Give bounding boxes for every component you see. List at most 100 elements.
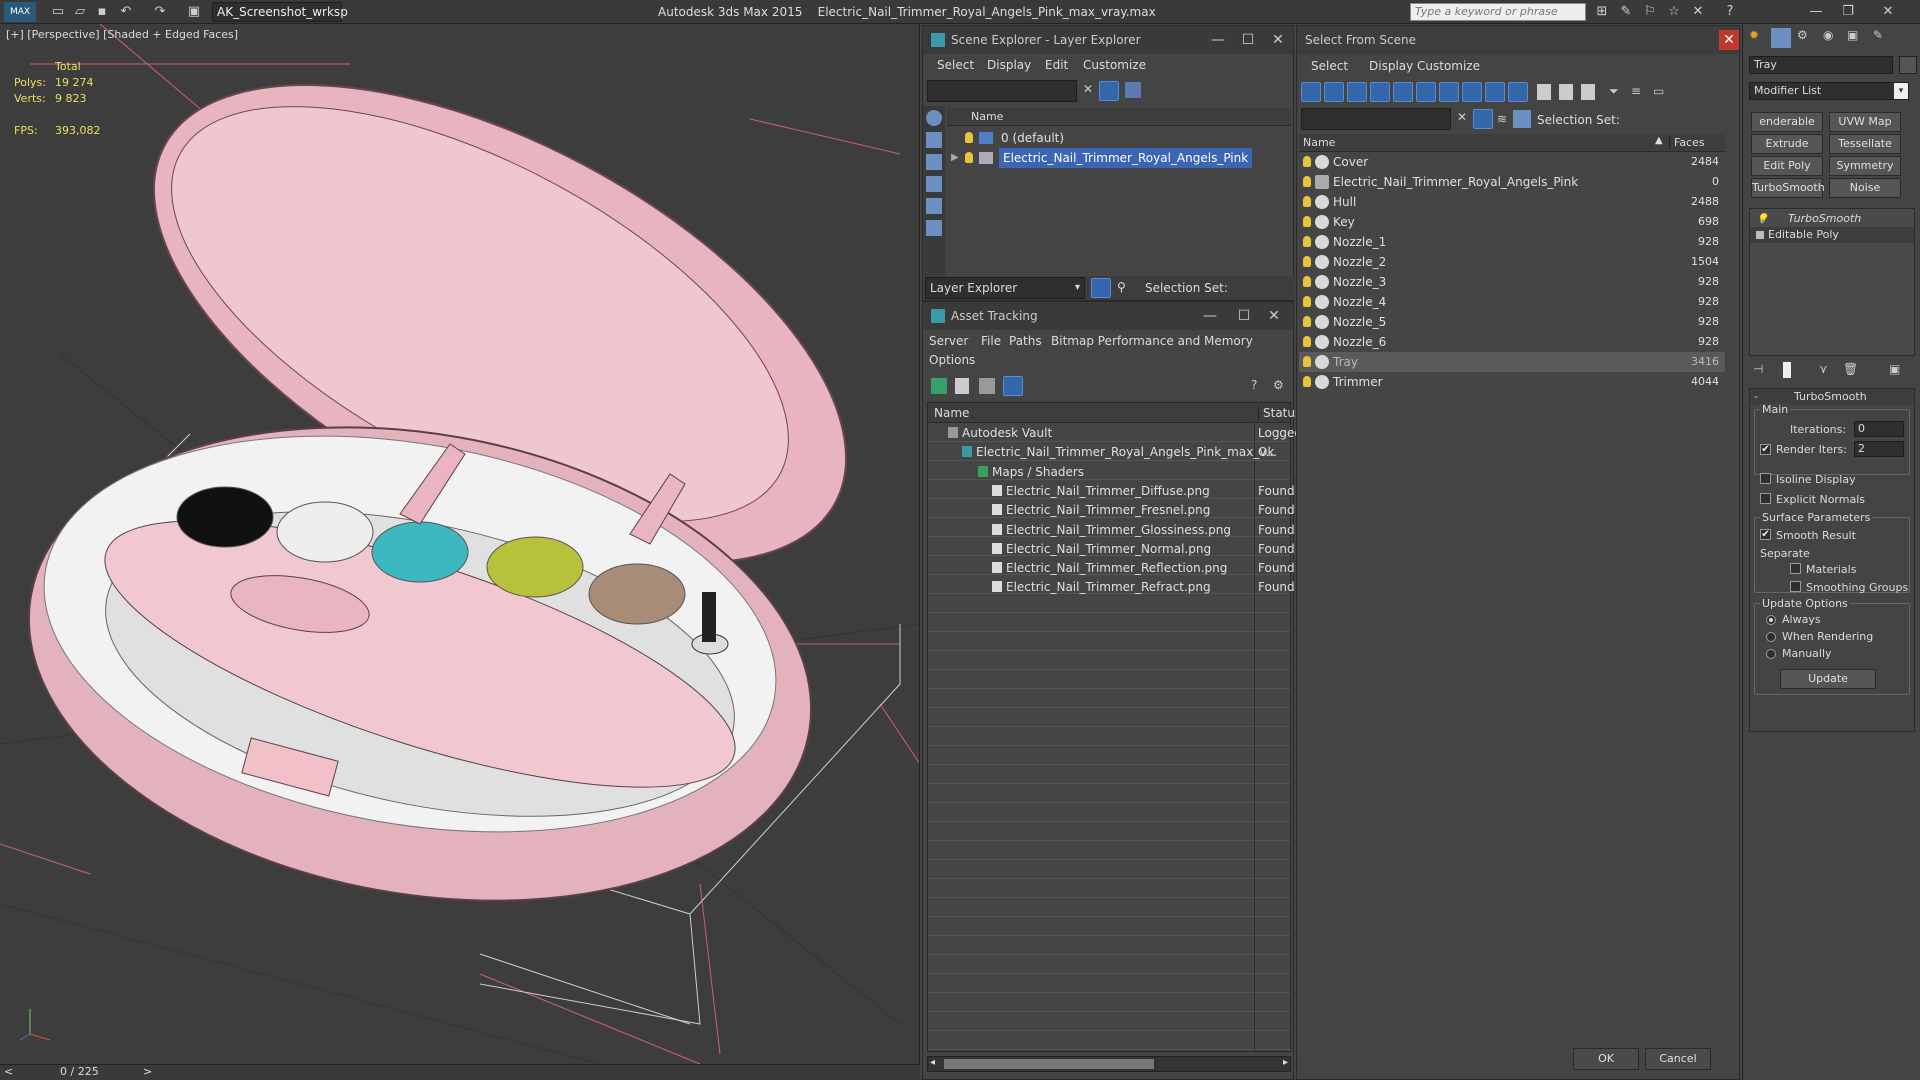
menu-bitmap-performance[interactable]: Bitmap Performance and Memory xyxy=(1051,330,1253,352)
clear-icon[interactable]: ✕ xyxy=(1457,110,1467,124)
cameras-filter-icon[interactable] xyxy=(926,198,942,214)
create-tab-icon[interactable]: ✹ xyxy=(1749,28,1759,42)
isoline-display-checkbox[interactable] xyxy=(1760,473,1771,484)
configure-sets-icon[interactable]: ▣ xyxy=(1889,362,1900,376)
noise-button[interactable]: Noise xyxy=(1829,178,1901,198)
select-invert-icon[interactable] xyxy=(1581,84,1595,100)
refresh-icon[interactable] xyxy=(931,378,947,394)
lightbulb-icon[interactable] xyxy=(1303,316,1311,327)
helpers-icon[interactable] xyxy=(1416,82,1436,102)
close-icon[interactable]: ✕ xyxy=(1263,26,1293,54)
lightbulb-icon[interactable] xyxy=(1303,216,1311,227)
asset-row[interactable]: Autodesk Vault Logged xyxy=(928,423,1302,443)
manually-radio[interactable] xyxy=(1766,649,1776,659)
lightbulb-icon[interactable] xyxy=(1303,196,1311,207)
timeline-bar[interactable]: < 0 / 225 > xyxy=(0,1064,920,1080)
bones-icon[interactable] xyxy=(1508,82,1528,102)
menu-customize[interactable]: Customize xyxy=(1083,54,1146,76)
hierarchy-icon[interactable]: ⚲ xyxy=(1117,280,1126,294)
lightbulb-icon[interactable] xyxy=(965,132,973,143)
layer-row[interactable]: 0 (default) xyxy=(947,128,1291,148)
restore-icon[interactable]: ❐ xyxy=(1840,4,1856,20)
modify-tab-icon[interactable] xyxy=(1771,28,1791,48)
lightbulb-icon[interactable] xyxy=(1303,176,1311,187)
minimize-icon[interactable]: — xyxy=(1195,302,1225,330)
lightbulb-icon[interactable] xyxy=(1303,296,1311,307)
object-row[interactable]: Electric_Nail_Trimmer_Royal_Angels_Pink 0 xyxy=(1299,172,1725,192)
maximize-icon[interactable]: ☐ xyxy=(1229,302,1259,330)
select-none-icon[interactable] xyxy=(1559,84,1573,100)
asset-row[interactable]: Electric_Nail_Trimmer_Diffuse.png Found xyxy=(928,481,1295,501)
lightbulb-icon[interactable] xyxy=(1303,376,1311,387)
menu-customize[interactable]: Customize xyxy=(1417,54,1480,78)
asset-row[interactable]: Electric_Nail_Trimmer_Normal.png Found xyxy=(928,539,1295,559)
undo-icon[interactable]: ↶ xyxy=(118,4,134,20)
groups-icon[interactable] xyxy=(1462,82,1482,102)
lightbulb-icon[interactable] xyxy=(1303,156,1311,167)
remove-modifier-icon[interactable]: 🗑 xyxy=(1843,362,1858,376)
uvw-map-button[interactable]: UVW Map xyxy=(1829,112,1901,132)
menu-select[interactable]: Select xyxy=(1311,54,1348,78)
expand-icon[interactable] xyxy=(1756,231,1764,239)
object-color-swatch[interactable] xyxy=(1899,56,1917,74)
asset-tracking-titlebar[interactable]: Asset Tracking — ☐ ✕ xyxy=(923,302,1293,330)
filter-icon[interactable] xyxy=(1099,81,1119,101)
menu-edit[interactable]: Edit xyxy=(1045,54,1068,76)
close-x-icon[interactable]: ✕ xyxy=(1690,4,1706,20)
select-all-icon[interactable] xyxy=(1537,84,1551,100)
subscription-icon[interactable]: ⚐ xyxy=(1642,4,1658,20)
object-row[interactable]: Nozzle_1 928 xyxy=(1299,232,1725,252)
object-row[interactable]: Nozzle_2 1504 xyxy=(1299,252,1725,272)
app-logo[interactable]: MAX xyxy=(4,2,36,22)
asset-row[interactable]: Electric_Nail_Trimmer_Glossiness.png Foun… xyxy=(928,520,1295,540)
name-column-header[interactable]: Name xyxy=(1303,136,1335,149)
edit-poly-button[interactable]: Edit Poly xyxy=(1751,156,1823,176)
minimize-icon[interactable]: — xyxy=(1203,26,1233,54)
save-icon[interactable]: ▪ xyxy=(94,4,110,20)
menu-display[interactable]: Display xyxy=(1369,54,1413,78)
settings-icon[interactable]: ⚙ xyxy=(1273,378,1284,392)
layer-row-selected[interactable]: ▶ Electric_Nail_Trimmer_Royal_Angels_Pin… xyxy=(947,148,1291,168)
tools-icon[interactable]: ✎ xyxy=(1618,4,1634,20)
scene-explorer-titlebar[interactable]: Scene Explorer - Layer Explorer — ☐ ✕ xyxy=(923,26,1293,54)
perspective-viewport[interactable]: [+] [Perspective] [Shaded + Edged Faces]… xyxy=(0,24,920,1064)
show-end-result-icon[interactable] xyxy=(1783,362,1791,378)
close-icon[interactable]: ✕ xyxy=(1719,30,1739,50)
motion-tab-icon[interactable]: ◉ xyxy=(1823,28,1833,42)
layer-toolbar-icon[interactable] xyxy=(1091,278,1111,298)
timeline-next-button[interactable]: > xyxy=(143,1065,152,1078)
turbosmooth-button[interactable]: TurboSmooth xyxy=(1751,178,1825,198)
display-all-icon[interactable] xyxy=(1301,82,1321,102)
lightbulb-icon[interactable]: 💡 xyxy=(1756,212,1768,228)
lights-icon[interactable] xyxy=(1370,82,1390,102)
timeline-prev-button[interactable]: < xyxy=(4,1065,13,1078)
iterations-spinner[interactable]: 0 xyxy=(1854,421,1904,437)
renderable-spline-button[interactable]: enderable Spli xyxy=(1751,112,1823,146)
shapes-icon[interactable] xyxy=(1347,82,1367,102)
asset-row[interactable]: Electric_Nail_Trimmer_Refract.png Found xyxy=(928,577,1295,597)
search-input[interactable]: Type a keyword or phrase xyxy=(1410,3,1586,21)
geometry-filter-icon[interactable] xyxy=(926,132,942,148)
binoculars-icon[interactable]: ⊞ xyxy=(1594,4,1610,20)
extrude-button[interactable]: Extrude xyxy=(1751,134,1823,154)
update-button[interactable]: Update xyxy=(1780,669,1876,689)
pin-stack-icon[interactable]: ⊣ xyxy=(1753,362,1763,376)
materials-checkbox[interactable] xyxy=(1790,563,1801,574)
object-name-field[interactable]: Tray xyxy=(1749,56,1893,74)
new-file-icon[interactable]: ▭ xyxy=(50,4,66,20)
when-rendering-radio[interactable] xyxy=(1766,632,1776,642)
lightbulb-icon[interactable] xyxy=(1303,276,1311,287)
display-tab-icon[interactable]: ▣ xyxy=(1847,28,1858,42)
lightbulb-icon[interactable] xyxy=(1303,336,1311,347)
asset-row[interactable]: Electric_Nail_Trimmer_Reflection.png Foun… xyxy=(928,558,1295,578)
scroll-left-icon[interactable]: ◂ xyxy=(930,1057,935,1068)
object-row[interactable]: Nozzle_6 928 xyxy=(1299,332,1725,352)
object-row[interactable]: Nozzle_5 928 xyxy=(1299,312,1725,332)
list-view-icon[interactable] xyxy=(955,378,969,394)
hierarchy-tab-icon[interactable]: ⚙ xyxy=(1797,28,1808,42)
scroll-right-icon[interactable]: ▸ xyxy=(1283,1057,1288,1068)
toggle-layers-icon[interactable] xyxy=(1513,110,1531,128)
project-icon[interactable]: ▣ xyxy=(186,4,202,20)
spacewarps-icon[interactable] xyxy=(1439,82,1459,102)
layer-column-header[interactable]: Name xyxy=(947,108,1291,126)
